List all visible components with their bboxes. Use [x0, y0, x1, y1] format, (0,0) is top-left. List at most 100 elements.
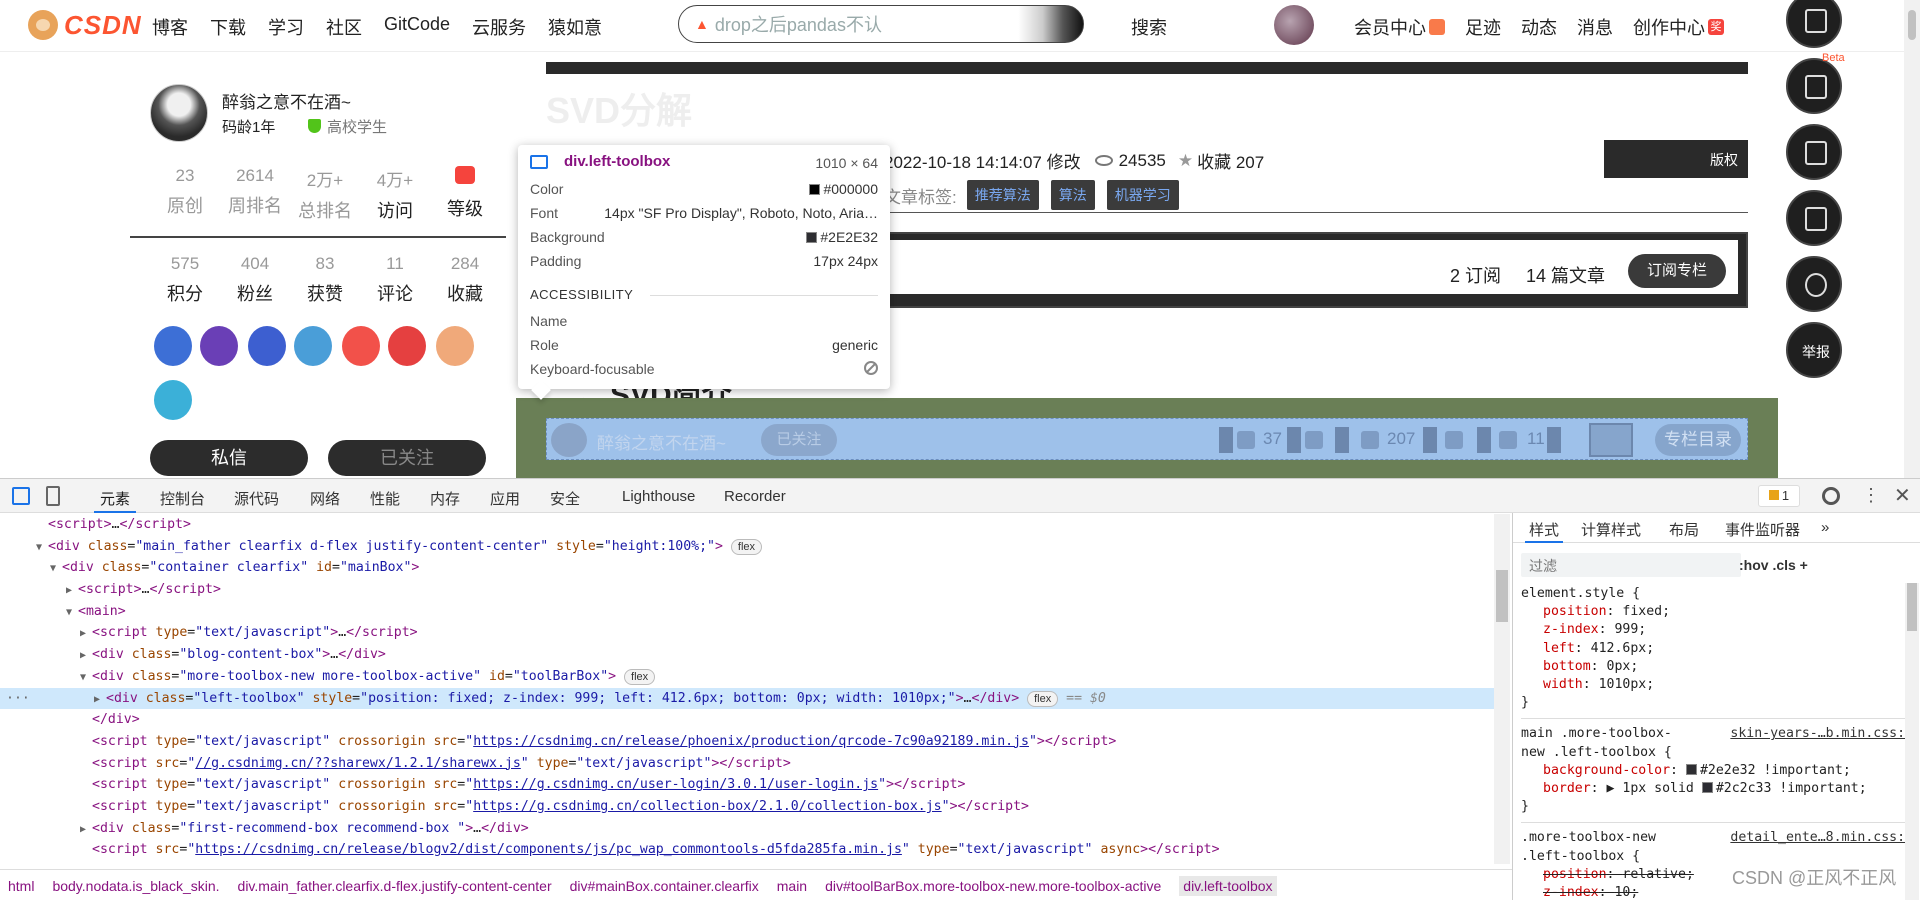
column-catalog-button[interactable]: 专栏目录 [1655, 424, 1741, 456]
rocket-badge-icon[interactable] [154, 326, 192, 366]
stat-favorites[interactable]: 284 收藏 [430, 254, 500, 306]
user-avatar[interactable] [1274, 5, 1314, 45]
tag-algorithm[interactable]: 算法 [1050, 180, 1095, 210]
dom-node[interactable]: ▼ <div class="more-toolbox-new more-toolb… [0, 666, 1494, 688]
rule-decl[interactable]: background-color: #2e2e32 !important; [1521, 762, 1913, 780]
thumb-up-icon[interactable] [1237, 431, 1255, 449]
breadcrumb-item[interactable]: div#mainBox.container.clearfix [570, 878, 759, 894]
tab-console[interactable]: 控制台 [160, 488, 205, 509]
breadcrumb-item[interactable]: html [8, 878, 34, 894]
dom-node[interactable]: <script type="text/javascript" crossorig… [0, 731, 1494, 753]
breadcrumb-item[interactable]: body.nodata.is_black_skin. [52, 878, 219, 894]
search-input[interactable]: ▲ drop之后pandas不认 [678, 5, 1084, 43]
dom-node[interactable]: <script type="text/javascript" crossorig… [0, 774, 1494, 796]
stat-total-rank[interactable]: 2万+ 总排名 [290, 166, 360, 223]
rule-decl[interactable]: z-index: 999; [1521, 621, 1913, 639]
dom-node-selected[interactable]: ··· ▶ <div class="left-toolbox" style="pos… [0, 687, 1494, 710]
dom-scrollbar-thumb[interactable] [1496, 570, 1508, 622]
close-devtools-icon[interactable]: ✕ [1894, 483, 1911, 508]
right-tool-edit[interactable] [1786, 190, 1842, 246]
rule-source-link[interactable]: detail_ente…8.min.css:1 [1730, 829, 1913, 847]
breadcrumb-item[interactable]: main [777, 878, 807, 894]
author-name[interactable]: 醉翁之意不在酒~ [222, 88, 351, 113]
rule-source-link[interactable]: skin-years-…b.min.css:1 [1730, 725, 1913, 743]
dom-node[interactable]: ▶ <div class="blog-content-box">…</div> [0, 644, 1494, 666]
thumb-down-icon[interactable] [1305, 431, 1323, 449]
issues-badge[interactable]: 1 [1758, 485, 1800, 507]
private-message-button[interactable]: 私信 [150, 440, 308, 476]
tab-performance[interactable]: 性能 [370, 488, 400, 509]
tab-layout[interactable]: 布局 [1669, 519, 1699, 540]
followed-button[interactable]: 已关注 [328, 440, 486, 476]
medal-badge-icon[interactable] [342, 326, 380, 366]
pen-badge-icon[interactable] [388, 326, 426, 366]
toolbox-followed-button[interactable]: 已关注 [761, 424, 837, 456]
stat-comments[interactable]: 11 评论 [360, 254, 430, 306]
styles-filter-input[interactable]: 过滤 [1521, 553, 1741, 577]
breadcrumb-item-current[interactable]: div.left-toolbox [1179, 875, 1277, 896]
stat-level[interactable]: 等级 [430, 166, 500, 223]
stat-likes[interactable]: 83 获赞 [290, 254, 360, 306]
right-tool-board[interactable]: Beta [1786, 52, 1845, 114]
stat-visits[interactable]: 4万+ 访问 [360, 166, 430, 223]
dom-node[interactable]: ▶ <script type="text/javascript">…</scrip… [0, 622, 1494, 644]
dom-node[interactable]: <script type="text/javascript" crossorig… [0, 796, 1494, 818]
dom-node[interactable]: ▶ <div class="first-recommend-box recomme… [0, 818, 1494, 840]
dom-node[interactable]: </div> [0, 709, 1494, 731]
rule-decl[interactable]: width: 1010px; [1521, 676, 1913, 694]
dom-node[interactable]: <script>…</script> [0, 514, 1494, 536]
star-icon[interactable] [1361, 431, 1379, 449]
tab-lighthouse[interactable]: Lighthouse [622, 488, 695, 505]
stat-points[interactable]: 575 积分 [150, 254, 220, 306]
book-badge-icon[interactable] [294, 326, 332, 366]
dom-node[interactable]: ▶ <script>…</script> [0, 579, 1494, 601]
tab-sources[interactable]: 源代码 [234, 488, 279, 509]
tag-machine-learning[interactable]: 机器学习 [1106, 180, 1179, 210]
tag-recommend-algo[interactable]: 推荐算法 [966, 180, 1039, 210]
dom-scrollbar[interactable] [1494, 514, 1510, 864]
inspect-element-icon[interactable] [12, 487, 30, 505]
rule-decl[interactable]: left: 412.6px; [1521, 640, 1913, 658]
dom-node[interactable]: <script src="//g.csdnimg.cn/??sharewx/1.… [0, 753, 1494, 775]
more-tabs-icon[interactable]: » [1821, 519, 1829, 536]
author-avatar[interactable] [150, 84, 208, 142]
nav-link-download[interactable]: 下载 [210, 14, 246, 40]
breadcrumb-item[interactable]: div#toolBarBox.more-toolbox-new.more-too… [825, 878, 1161, 894]
nav-link-yuanruyi[interactable]: 猿如意 [548, 14, 602, 40]
settings-gear-icon[interactable] [1822, 487, 1840, 505]
subscribe-column-button[interactable]: 订阅专栏 [1628, 254, 1726, 288]
nav-activity[interactable]: 动态 [1521, 14, 1557, 40]
tab-elements[interactable]: 元素 [93, 488, 137, 513]
tab-memory[interactable]: 内存 [430, 488, 460, 509]
device-toggle-icon[interactable] [46, 486, 60, 506]
cube-badge-icon[interactable] [154, 380, 192, 420]
share-button[interactable] [1589, 423, 1633, 457]
dom-node[interactable]: ▼ <div class="main_father clearfix d-flex… [0, 536, 1494, 558]
report-button[interactable]: 举报 [1786, 322, 1842, 378]
rule-decl[interactable]: bottom: 0px; [1521, 658, 1913, 676]
stat-fans[interactable]: 404 粉丝 [220, 254, 290, 306]
breadcrumb-item[interactable]: div.main_father.clearfix.d-flex.justify-… [238, 878, 552, 894]
nav-link-gitcode[interactable]: GitCode [384, 14, 450, 40]
comment-icon[interactable] [1499, 431, 1517, 449]
nav-creator-center[interactable]: 创作中心奖 [1633, 14, 1724, 40]
csdn-logo[interactable]: CSDN [28, 10, 142, 40]
astronaut-badge-icon[interactable] [200, 326, 238, 366]
tab-recorder[interactable]: Recorder [724, 488, 786, 505]
nav-link-blog[interactable]: 博客 [152, 14, 188, 40]
rocket-badge-icon[interactable] [248, 326, 286, 366]
page-scrollbar[interactable] [1904, 0, 1920, 478]
tab-event-listeners[interactable]: 事件监听器 [1725, 519, 1800, 540]
styles-scrollbar-thumb[interactable] [1907, 583, 1917, 631]
dom-node[interactable]: <script src="https://csdnimg.cn/release/… [0, 839, 1494, 861]
nav-messages[interactable]: 消息 [1577, 14, 1613, 40]
nav-link-community[interactable]: 社区 [326, 14, 362, 40]
nav-footprint[interactable]: 足迹 [1465, 14, 1501, 40]
styles-filter-buttons[interactable]: :hov .cls + [1739, 557, 1808, 573]
more-options-icon[interactable]: ⋮ [1862, 485, 1880, 506]
favorite-count[interactable]: 收藏 207 [1197, 148, 1264, 173]
page-scrollbar-thumb[interactable] [1908, 10, 1916, 40]
stat-week-rank[interactable]: 2614 周排名 [220, 166, 290, 223]
toolbox-author-name[interactable]: 醉翁之意不在酒~ [597, 429, 726, 454]
nav-link-cloud[interactable]: 云服务 [472, 14, 526, 40]
